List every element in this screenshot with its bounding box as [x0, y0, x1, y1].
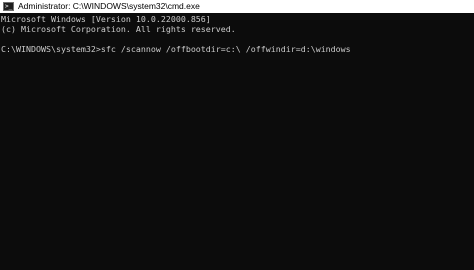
window-title: Administrator: C:\WINDOWS\system32\cmd.e… [18, 1, 200, 11]
cmd-icon-glyph: >_ [5, 3, 13, 10]
console-output[interactable]: Microsoft Windows [Version 10.0.22000.85… [0, 14, 474, 270]
console-line-command: C:\WINDOWS\system32>sfc /scannow /offboo… [1, 44, 351, 54]
cmd-icon[interactable]: >_ [3, 2, 14, 11]
title-bar[interactable]: >_ Administrator: C:\WINDOWS\system32\cm… [0, 0, 474, 13]
cmd-window: >_ Administrator: C:\WINDOWS\system32\cm… [0, 0, 474, 270]
console-line-copyright: (c) Microsoft Corporation. All rights re… [1, 24, 236, 34]
